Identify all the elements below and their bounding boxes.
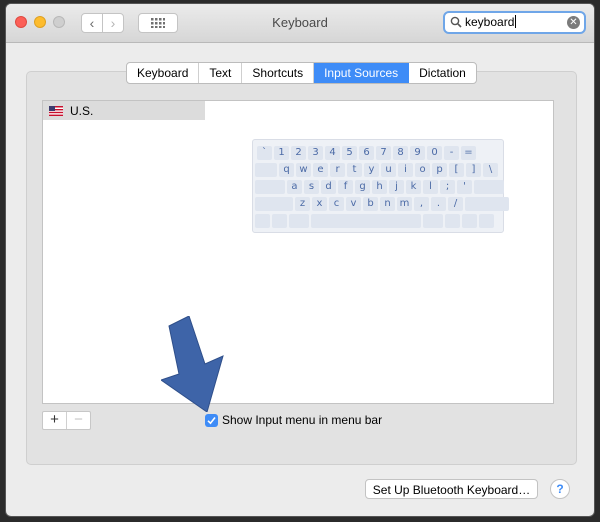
keyboard-key: 0 bbox=[427, 146, 442, 160]
search-icon bbox=[450, 16, 462, 28]
keyboard-key: ' bbox=[457, 180, 472, 194]
search-input[interactable]: keyboard bbox=[465, 15, 517, 29]
search-field[interactable]: keyboard ✕ bbox=[443, 11, 586, 34]
keyboard-key bbox=[272, 214, 287, 228]
keyboard-key: y bbox=[364, 163, 379, 177]
set-up-bluetooth-keyboard-button[interactable]: Set Up Bluetooth Keyboard… bbox=[365, 479, 538, 499]
keyboard-key bbox=[255, 180, 285, 194]
tab-bar: Keyboard Text Shortcuts Input Sources Di… bbox=[126, 62, 477, 84]
keyboard-key bbox=[465, 197, 509, 211]
keyboard-row: q w e r t y u i o p[] \ bbox=[255, 163, 498, 178]
keyboard-key bbox=[479, 214, 494, 228]
keyboard-key: 5 bbox=[342, 146, 357, 160]
keyboard-key bbox=[445, 214, 460, 228]
keyboard-key: m bbox=[397, 197, 412, 211]
keyboard-key: l bbox=[423, 180, 438, 194]
keyboard-key: d bbox=[321, 180, 336, 194]
keyboard-key: a bbox=[287, 180, 302, 194]
remove-source-button[interactable]: − bbox=[66, 412, 90, 429]
keyboard-key: h bbox=[372, 180, 387, 194]
keyboard-preferences-window: ‹ › Keyboard keyboard ✕ Keyboard Text Sh bbox=[6, 4, 594, 516]
keyboard-key: - bbox=[444, 146, 459, 160]
keyboard-key: j bbox=[389, 180, 404, 194]
show-input-menu-label: Show Input menu in menu bar bbox=[222, 413, 383, 427]
keyboard-key bbox=[255, 214, 270, 228]
keyboard-key: r bbox=[330, 163, 345, 177]
keyboard-key: z bbox=[295, 197, 310, 211]
help-button[interactable]: ? bbox=[550, 479, 570, 499]
keyboard-key: q bbox=[279, 163, 294, 177]
keyboard-key: n bbox=[380, 197, 395, 211]
keyboard-key: w bbox=[296, 163, 311, 177]
keyboard-key: 6 bbox=[359, 146, 374, 160]
keyboard-key: p bbox=[432, 163, 447, 177]
keyboard-key bbox=[462, 214, 477, 228]
keyboard-key: k bbox=[406, 180, 421, 194]
keyboard-key: \ bbox=[483, 163, 498, 177]
add-source-button[interactable]: + bbox=[43, 412, 66, 429]
keyboard-key: x bbox=[312, 197, 327, 211]
checkmark-icon bbox=[207, 416, 216, 424]
tab-input-sources[interactable]: Input Sources bbox=[314, 63, 410, 83]
keyboard-key: b bbox=[363, 197, 378, 211]
tab-text[interactable]: Text bbox=[199, 63, 243, 83]
tab-shortcuts[interactable]: Shortcuts bbox=[242, 63, 315, 83]
annotation-arrow-icon bbox=[161, 316, 224, 412]
keyboard-key: g bbox=[355, 180, 370, 194]
title-bar: ‹ › Keyboard keyboard ✕ bbox=[6, 4, 594, 43]
keyboard-key: e bbox=[313, 163, 328, 177]
keyboard-key: 4 bbox=[325, 146, 340, 160]
keyboard-key: ] bbox=[466, 163, 481, 177]
keyboard-key: o bbox=[415, 163, 430, 177]
keyboard-key: 9 bbox=[410, 146, 425, 160]
keyboard-key: s bbox=[304, 180, 319, 194]
us-flag-icon bbox=[49, 105, 63, 116]
keyboard-key: ; bbox=[440, 180, 455, 194]
keyboard-key bbox=[255, 163, 277, 177]
keyboard-row bbox=[255, 214, 494, 229]
keyboard-key bbox=[423, 214, 443, 228]
keyboard-key: t bbox=[347, 163, 362, 177]
keyboard-key: = bbox=[461, 146, 476, 160]
keyboard-key: , bbox=[414, 197, 429, 211]
keyboard-key: 8 bbox=[393, 146, 408, 160]
clear-search-icon[interactable]: ✕ bbox=[567, 16, 580, 29]
keyboard-key: ` bbox=[257, 146, 272, 160]
keyboard-key: 3 bbox=[308, 146, 323, 160]
keyboard-key: i bbox=[398, 163, 413, 177]
keyboard-key: v bbox=[346, 197, 361, 211]
tab-dictation[interactable]: Dictation bbox=[409, 63, 476, 83]
show-input-menu-option[interactable]: Show Input menu in menu bar bbox=[205, 413, 382, 427]
keyboard-row: a s d f g h j k l; ' bbox=[255, 180, 504, 195]
keyboard-key: c bbox=[329, 197, 344, 211]
keyboard-key bbox=[255, 197, 293, 211]
list-item[interactable]: U.S. bbox=[43, 101, 205, 120]
keyboard-key bbox=[474, 180, 504, 194]
show-input-menu-checkbox[interactable] bbox=[205, 413, 218, 427]
keyboard-key: f bbox=[338, 180, 353, 194]
add-remove-controls: + − bbox=[42, 411, 91, 430]
list-item-label: U.S. bbox=[70, 103, 94, 118]
keyboard-preview-panel: ` 1 2 3 4 5 6 7 8 9 0- = q w e r t y u i o p[] \ a s d f g h j k l; ' z x c… bbox=[205, 100, 554, 404]
keyboard-key bbox=[311, 214, 421, 228]
keyboard-key: / bbox=[448, 197, 463, 211]
keyboard-key: 7 bbox=[376, 146, 391, 160]
keyboard-key: 1 bbox=[274, 146, 289, 160]
keyboard-key: u bbox=[381, 163, 396, 177]
keyboard-key: 2 bbox=[291, 146, 306, 160]
keyboard-row: z x c v b n m,. / bbox=[255, 197, 509, 212]
keyboard-layout-preview: ` 1 2 3 4 5 6 7 8 9 0- = q w e r t y u i o p[] \ a s d f g h j k l; ' z x c… bbox=[252, 139, 509, 233]
keyboard-key bbox=[289, 214, 309, 228]
keyboard-key: . bbox=[431, 197, 446, 211]
keyboard-row: ` 1 2 3 4 5 6 7 8 9 0- = bbox=[257, 146, 476, 161]
tab-keyboard[interactable]: Keyboard bbox=[127, 63, 200, 83]
keyboard-key: [ bbox=[449, 163, 464, 177]
